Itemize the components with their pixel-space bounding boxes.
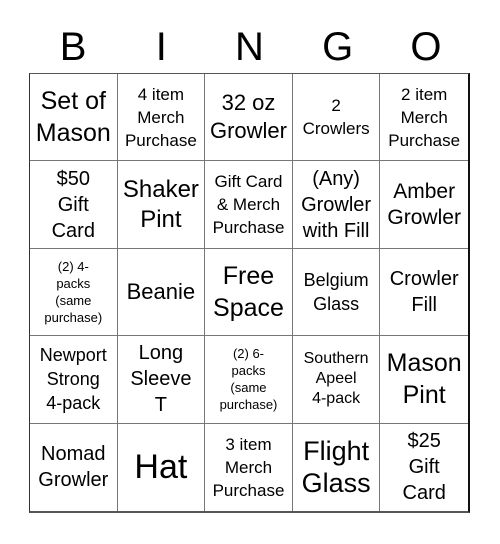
bingo-cell[interactable]: Crowler Fill <box>380 249 468 337</box>
bingo-cell[interactable]: Set of Mason <box>30 74 118 162</box>
bingo-cell[interactable]: Belgium Glass <box>292 248 381 337</box>
bingo-cell[interactable]: Southern Apeel 4-pack <box>292 336 381 424</box>
bingo-header: B I N G O <box>29 22 470 72</box>
bingo-cell[interactable]: (2) 4- packs (same purchase) <box>30 248 118 337</box>
bingo-cell[interactable]: (Any) Growler with Fill <box>292 161 381 249</box>
header-letter-g: G <box>322 25 354 69</box>
header-letter-b: B <box>59 25 87 69</box>
header-letter-o: O <box>410 25 442 69</box>
bingo-cell[interactable]: Shaker Pint <box>117 161 206 249</box>
free-space-cell[interactable]: Free Space <box>205 248 293 337</box>
bingo-cell[interactable]: 3 item Merch Purchase <box>205 423 293 511</box>
bingo-cell[interactable]: $50 Gift Card <box>30 161 118 249</box>
bingo-cell[interactable]: 4 item Merch Purchase <box>117 74 206 162</box>
bingo-cell[interactable]: Newport Strong 4-pack <box>30 336 118 424</box>
bingo-cell[interactable]: 32 oz Growler <box>205 74 293 162</box>
bingo-board: Set of Mason 4 item Merch Purchase 32 oz… <box>29 73 470 513</box>
bingo-cell[interactable]: 2 Crowlers <box>292 74 381 162</box>
bingo-cell[interactable]: (2) 6- packs (same purchase) <box>205 336 293 424</box>
bingo-cell[interactable]: Amber Growler <box>380 161 468 249</box>
bingo-cell[interactable]: Nomad Growler <box>30 423 118 511</box>
bingo-cell[interactable]: Mason Pint <box>380 336 468 424</box>
header-letter-n: N <box>235 25 264 69</box>
bingo-cell[interactable]: Long Sleeve T <box>117 336 206 424</box>
bingo-cell[interactable]: Flight Glass <box>293 423 381 511</box>
bingo-cell[interactable]: Hat <box>118 423 206 511</box>
header-letter-i: I <box>155 25 167 69</box>
bingo-cell[interactable]: Gift Card & Merch Purchase <box>205 161 293 249</box>
bingo-cell[interactable]: Beanie <box>117 248 206 337</box>
bingo-cell[interactable]: $25 Gift Card <box>380 424 468 511</box>
bingo-cell[interactable]: 2 item Merch Purchase <box>380 74 468 162</box>
